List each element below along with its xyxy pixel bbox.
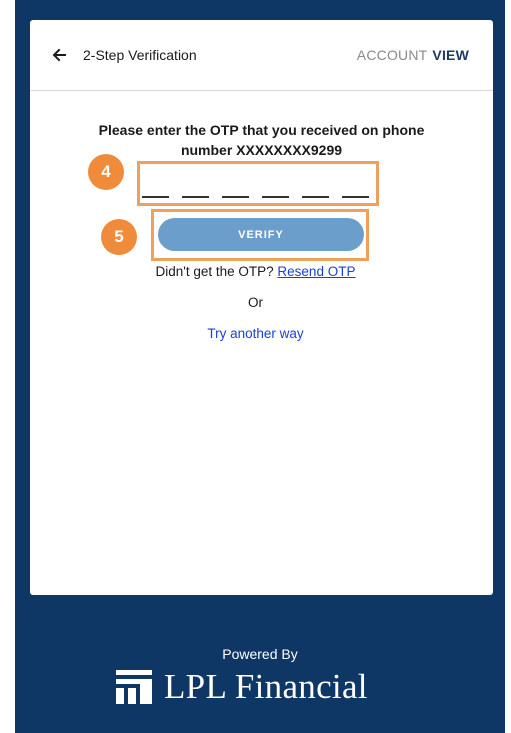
brand-lockup: LPL Financial xyxy=(116,667,368,707)
step-4-badge: 4 xyxy=(88,154,124,190)
or-separator: Or xyxy=(248,295,263,310)
powered-by-label: Powered By xyxy=(222,646,298,662)
otp-instructions-line1: Please enter the OTP that you received o… xyxy=(98,122,425,138)
try-another-way-link[interactable]: Try another way xyxy=(0,326,511,341)
resend-line: Didn't get the OTP? Resend OTP xyxy=(0,264,511,279)
otp-instructions-line2: number XXXXXXXX9299 xyxy=(180,142,343,158)
view-label: VIEW xyxy=(432,47,469,63)
brand-name: LPL Financial xyxy=(164,667,368,706)
otp-slot xyxy=(222,196,249,198)
resend-question: Didn't get the OTP? xyxy=(155,264,274,279)
otp-slot xyxy=(302,196,329,198)
card-header: 2-Step Verification ACCOUNT VIEW xyxy=(30,20,493,91)
otp-slot xyxy=(182,196,209,198)
lpl-logo-icon xyxy=(116,670,152,704)
page-title: 2-Step Verification xyxy=(83,47,197,63)
account-label: ACCOUNT xyxy=(356,47,428,63)
otp-slot xyxy=(142,196,169,198)
resend-otp-link[interactable]: Resend OTP xyxy=(277,264,355,279)
otp-input[interactable] xyxy=(140,164,376,203)
otp-instructions: Please enter the OTP that you received o… xyxy=(80,120,443,160)
otp-slot xyxy=(262,196,289,198)
verify-button[interactable]: VERIFY xyxy=(158,218,364,251)
account-view-link[interactable]: ACCOUNT VIEW xyxy=(357,47,469,63)
step-5-badge: 5 xyxy=(101,219,137,255)
back-arrow-icon[interactable] xyxy=(52,48,66,62)
otp-slot xyxy=(342,196,369,198)
